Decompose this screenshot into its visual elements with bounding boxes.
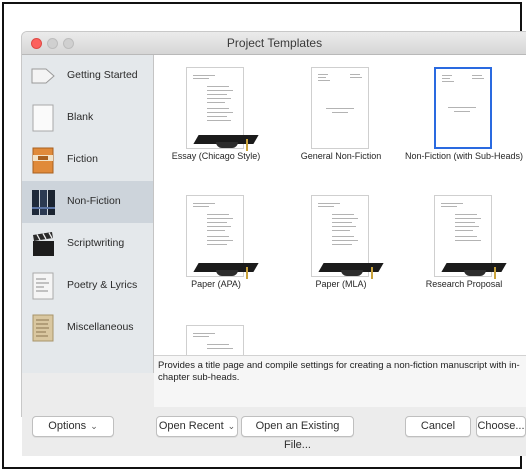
template-partial-next[interactable]: [156, 317, 276, 355]
sidebar-item-poetry-lyrics[interactable]: Poetry & Lyrics: [22, 265, 153, 307]
chevron-down-icon: ⌄: [90, 421, 98, 431]
choose-button[interactable]: Choose...: [476, 416, 526, 437]
book-icon: [30, 145, 56, 175]
template-label: Non-Fiction (with Sub-Heads): [404, 151, 524, 161]
cancel-label: Cancel: [420, 420, 456, 432]
books-icon: [30, 187, 56, 217]
poem-page-icon: [30, 271, 56, 301]
sidebar-item-label: Blank: [67, 111, 94, 123]
title-bar: Project Templates: [22, 32, 526, 55]
project-templates-window: Project Templates Getting Started Blank …: [22, 32, 526, 416]
sidebar-item-fiction[interactable]: Fiction: [22, 139, 153, 181]
cancel-button[interactable]: Cancel: [405, 416, 471, 437]
template-thumbnail: [186, 325, 244, 355]
choose-label: Choose...: [477, 420, 525, 432]
sidebar-item-non-fiction[interactable]: Non-Fiction: [22, 181, 153, 223]
window-title: Project Templates: [226, 36, 323, 50]
blank-page-icon: [30, 103, 56, 133]
sidebar-item-label: Fiction: [67, 153, 98, 165]
graduation-cap-icon: [193, 131, 259, 151]
template-paper-mla[interactable]: Paper (MLA): [281, 187, 401, 312]
open-recent-label: Open Recent: [158, 420, 224, 432]
template-grid: Essay (Chicago Style) General Non-Fictio…: [154, 55, 526, 355]
sidebar-item-label: Miscellaneous: [67, 321, 134, 333]
sidebar-item-label: Getting Started: [67, 69, 138, 81]
template-label: Essay (Chicago Style): [171, 151, 261, 161]
graduation-cap-icon: [193, 259, 259, 279]
sidebar-item-getting-started[interactable]: Getting Started: [22, 55, 153, 97]
template-thumbnail-selected: [434, 67, 492, 149]
sidebar-item-blank[interactable]: Blank: [22, 97, 153, 139]
template-label: Paper (APA): [191, 279, 241, 289]
arrow-signpost-icon: [30, 61, 56, 91]
template-general-non-fiction[interactable]: General Non-Fiction: [281, 59, 401, 184]
template-paper-apa[interactable]: Paper (APA): [156, 187, 276, 312]
open-existing-label: Open an Existing File...: [255, 420, 340, 451]
bottom-button-bar: Options ⌄ Open Recent ⌄ Open an Existing F…: [22, 416, 526, 456]
sidebar-item-label: Poetry & Lyrics: [67, 279, 138, 291]
template-research-proposal[interactable]: Research Proposal: [404, 187, 524, 312]
template-label: Paper (MLA): [315, 279, 367, 289]
template-thumbnail: [311, 67, 369, 149]
graduation-cap-icon: [441, 259, 507, 279]
template-description: Provides a title page and compile settin…: [154, 355, 526, 407]
clapperboard-icon: [30, 229, 56, 259]
chevron-down-icon: ⌄: [227, 421, 236, 431]
template-non-fiction-sub-heads[interactable]: Non-Fiction (with Sub-Heads): [404, 59, 524, 184]
sidebar-item-label: Non-Fiction: [67, 195, 121, 207]
open-recent-button[interactable]: Open Recent ⌄: [156, 416, 238, 437]
options-label: Options: [48, 420, 87, 432]
category-sidebar: Getting Started Blank Fiction Non-Fictio…: [22, 55, 154, 373]
template-label: General Non-Fiction: [300, 151, 382, 161]
template-label: Research Proposal: [425, 279, 503, 289]
sidebar-item-miscellaneous[interactable]: Miscellaneous: [22, 307, 153, 349]
template-essay-chicago[interactable]: Essay (Chicago Style): [156, 59, 276, 184]
sidebar-item-label: Scriptwriting: [67, 237, 125, 249]
parchment-icon: [30, 313, 56, 343]
graduation-cap-icon: [318, 259, 384, 279]
options-button[interactable]: Options ⌄: [32, 416, 114, 437]
sidebar-item-scriptwriting[interactable]: Scriptwriting: [22, 223, 153, 265]
open-existing-file-button[interactable]: Open an Existing File...: [241, 416, 354, 451]
